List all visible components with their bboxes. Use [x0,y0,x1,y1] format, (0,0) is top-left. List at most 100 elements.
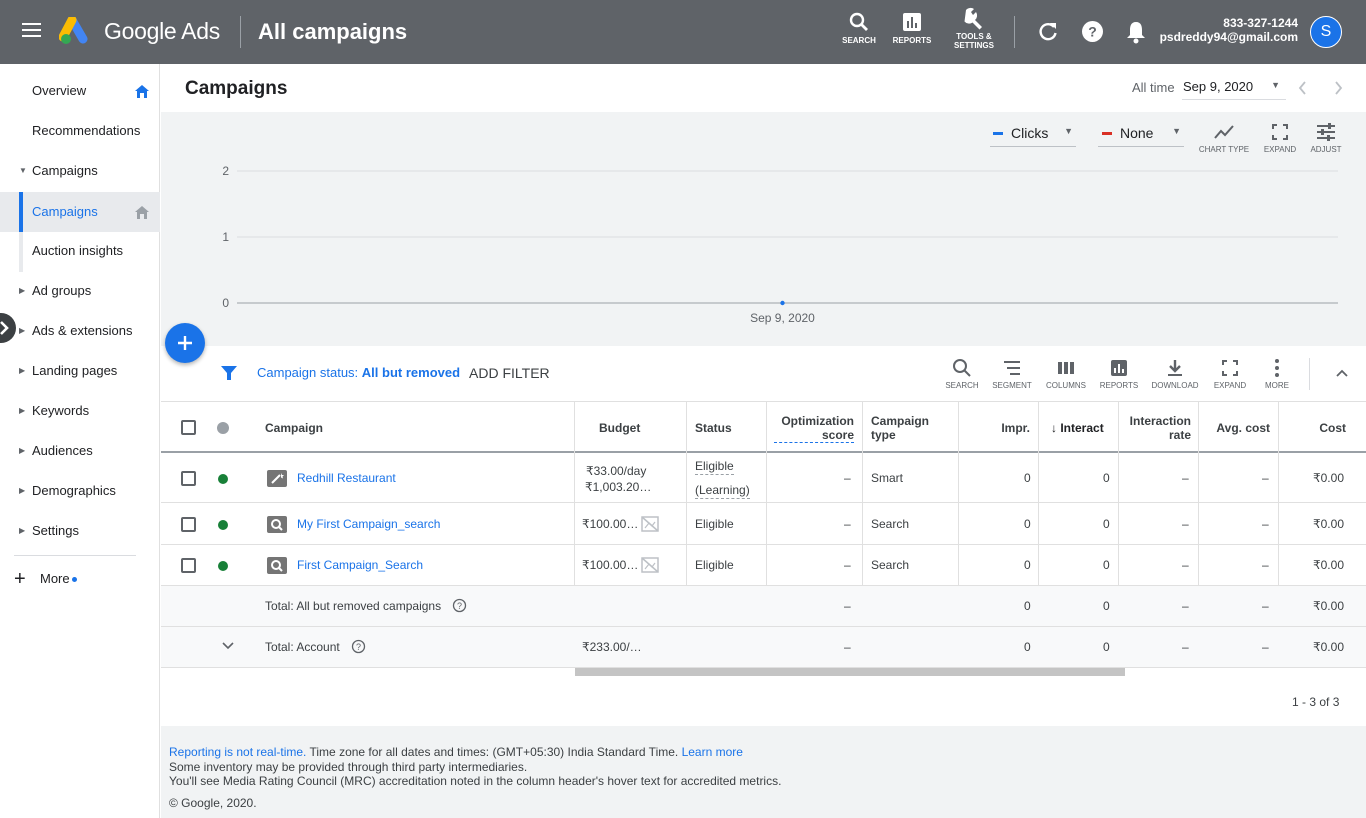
product-name[interactable]: Google Ads [104,18,220,45]
sidebar-item-settings[interactable]: ▶ Settings [0,511,160,551]
top-app-bar: Google Ads All campaigns SEARCH REPORTS … [0,0,1366,64]
sidebar-item-overview[interactable]: Overview [0,71,160,111]
help-icon[interactable]: ? [1081,20,1104,46]
help-outline-icon[interactable]: ? [452,598,467,613]
svg-text:?: ? [457,601,462,611]
sidebar-item-more[interactable]: + More [0,559,160,599]
content-title: Campaigns [185,78,288,99]
sidebar-item-campaigns[interactable]: Campaigns [0,192,160,232]
sort-down-arrow-icon: ↓ [1051,421,1057,435]
sidebar-divider [14,555,136,556]
no-shared-budget-icon[interactable] [641,557,659,573]
sidebar-item-audiences[interactable]: ▶ Audiences [0,431,160,471]
header-avg-cost[interactable]: Avg. cost [1201,421,1270,435]
table-reports-button[interactable]: REPORTS [1098,358,1140,390]
y-tick-label: 0 [222,296,229,310]
header-impressions[interactable]: Impr. [1001,421,1030,435]
main-menu-icon[interactable] [22,22,42,38]
next-period-icon[interactable] [1332,80,1344,99]
chevron-down-icon[interactable] [221,641,235,651]
more-options-button[interactable]: MORE [1259,358,1295,390]
performance-chart: 2 1 0 Sep 9, 2020 [222,164,1338,325]
search-icon [849,12,868,31]
sidebar-collapse-handle[interactable] [0,313,16,343]
reports-icon [903,13,921,31]
select-all-checkbox[interactable] [181,420,196,435]
caret-right-icon: ▶ [19,406,26,415]
previous-period-icon[interactable] [1297,80,1309,99]
help-outline-icon[interactable]: ? [351,639,366,654]
pagination-label: 1 - 3 of 3 [1292,695,1340,709]
expand-icon [1222,360,1238,376]
learn-more-link[interactable]: Learn more [682,745,743,759]
horizontal-scrollbar[interactable] [575,668,1125,676]
table-search-button[interactable]: SEARCH [942,358,982,390]
campaign-status-filter[interactable]: Campaign status: All but removed [257,365,460,380]
table-expand-button[interactable]: EXPAND [1210,358,1250,390]
columns-button[interactable]: COLUMNS [1045,358,1087,390]
avatar[interactable]: S [1310,16,1342,48]
table-row[interactable]: First Campaign_Search ₹100.00… Eligible … [161,545,1366,586]
google-ads-logo-icon[interactable] [58,15,93,45]
svg-text:?: ? [356,642,361,652]
header-optimization-score[interactable]: Optimization score [774,414,854,443]
topbar-divider [240,16,241,48]
collapse-chart-icon[interactable] [1334,366,1350,380]
no-shared-budget-icon[interactable] [641,516,659,532]
row-checkbox[interactable] [181,517,196,532]
reports-button[interactable]: REPORTS [887,8,937,45]
header-status[interactable]: Status [695,421,732,435]
sidebar-item-demographics[interactable]: ▶ Demographics [0,471,160,511]
sidebar-item-landing-pages[interactable]: ▶ Landing pages [0,351,160,391]
sidebar-item-keywords[interactable]: ▶ Keywords [0,391,160,431]
row-checkbox[interactable] [181,558,196,573]
sidebar-item-ad-groups[interactable]: ▶ Ad groups [0,271,160,311]
add-filter-button[interactable]: ADD FILTER [469,365,550,381]
search-icon [953,359,971,377]
enabled-status-dot [218,561,228,571]
date-range-picker[interactable]: Sep 9, 2020 ▼ [1182,76,1286,100]
filter-icon[interactable] [220,364,238,382]
y-tick-label: 2 [222,164,229,178]
table-row[interactable]: Redhill Restaurant ₹33.00/day ₹1,003.20…… [161,453,1366,503]
campaign-name-link[interactable]: Redhill Restaurant [297,471,396,485]
segment-button[interactable]: SEGMENT [991,358,1033,390]
search-campaign-icon [267,516,287,533]
table-row[interactable]: My First Campaign_search ₹100.00… Eligib… [161,504,1366,545]
dropdown-arrow-icon: ▼ [1271,80,1280,90]
segment-icon [1004,361,1020,375]
search-button[interactable]: SEARCH [834,8,884,45]
campaign-name-link[interactable]: My First Campaign_search [297,517,440,531]
header-interactions[interactable]: ↓ Interact [1051,421,1117,435]
wrench-icon [964,7,982,30]
status-eligible[interactable]: Eligible [695,459,734,475]
header-interaction-rate[interactable]: Interaction rate [1123,414,1191,442]
header-budget[interactable]: Budget [599,421,640,435]
more-vert-icon [1275,359,1279,377]
svg-text:?: ? [1088,24,1097,40]
sidebar-item-auction-insights[interactable]: Auction insights [0,231,160,271]
caret-right-icon: ▶ [19,326,26,335]
chart-panel: Clicks ▼ None ▼ CHART TYPE EXPAND ADJUST… [161,112,1366,346]
header-campaign[interactable]: Campaign [265,421,323,435]
home-icon [135,85,149,98]
sidebar-item-ads-extensions[interactable]: ▶ Ads & extensions [0,311,160,351]
campaign-name-link[interactable]: First Campaign_Search [297,558,423,572]
caret-right-icon: ▶ [19,526,26,535]
notifications-bell-icon[interactable] [1125,20,1147,47]
status-learning[interactable]: (Learning) [695,483,750,499]
columns-icon [1058,362,1074,374]
download-button[interactable]: DOWNLOAD [1151,358,1199,390]
status-header-dot [217,422,229,434]
active-indicator [19,192,23,232]
sidebar-item-recommendations[interactable]: Recommendations [0,111,160,151]
campaigns-table: Campaign Budget Status Optimization scor… [161,402,1366,730]
refresh-icon[interactable] [1037,21,1059,46]
header-campaign-type[interactable]: Campaign type [871,414,929,442]
tools-settings-button[interactable]: TOOLS & SETTINGS [949,4,999,50]
sidebar-item-campaigns-group[interactable]: ▼ Campaigns [0,151,160,191]
enabled-status-dot [218,474,228,484]
row-checkbox[interactable] [181,471,196,486]
header-cost[interactable]: Cost [1311,421,1346,435]
reporting-link[interactable]: Reporting is not real-time. [169,745,306,759]
